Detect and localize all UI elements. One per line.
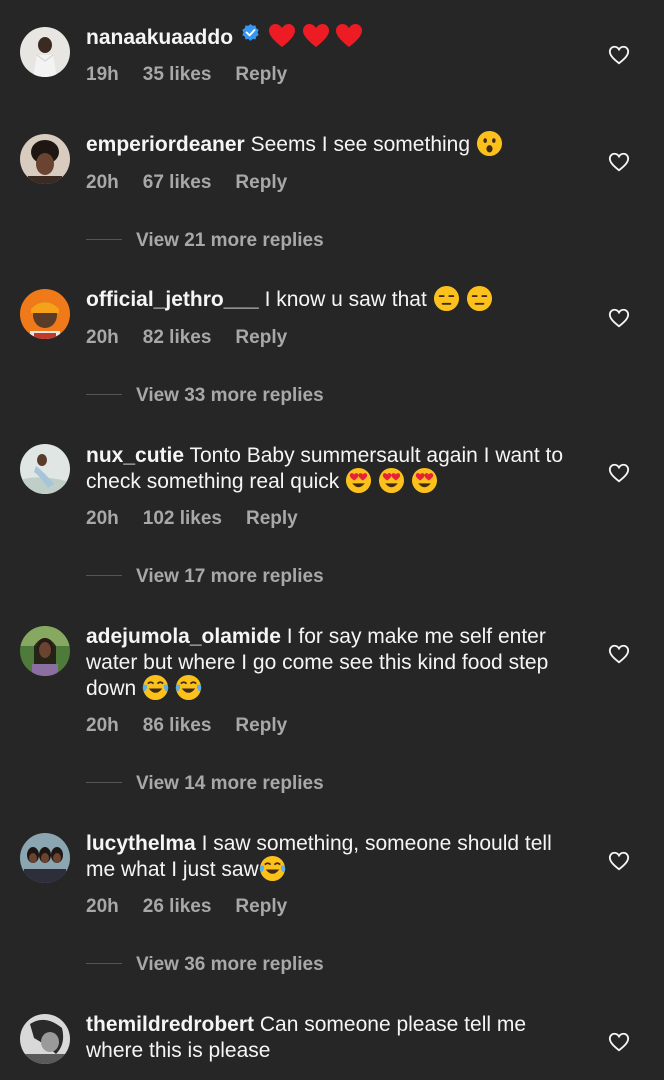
divider-line <box>86 962 122 964</box>
like-heart-icon[interactable] <box>608 151 630 173</box>
comment-time: 20h <box>86 896 119 917</box>
comment-body: Seems I see something <box>250 133 471 156</box>
heart-eyes-emoji <box>378 467 405 494</box>
avatar[interactable] <box>20 289 70 339</box>
avatar[interactable] <box>20 134 70 184</box>
comment-meta: 20h 102 likes Reply <box>86 507 322 531</box>
divider-line <box>86 393 122 395</box>
comment-text-block: themildredrobert Can someone please tell… <box>86 1012 576 1064</box>
comment-likes[interactable]: 26 likes <box>143 896 212 917</box>
comment-meta: 20h 26 likes Reply <box>86 895 311 919</box>
comment-time: 19h <box>86 64 119 85</box>
reply-button[interactable]: Reply <box>235 327 287 348</box>
comment-time: 20h <box>86 327 119 348</box>
comment-text-block: nanaakuaaddo <box>86 23 576 51</box>
comment-username[interactable]: official_jethro___ <box>86 288 259 311</box>
reply-button[interactable]: Reply <box>246 508 298 529</box>
expressionless-face-emoji <box>466 285 493 312</box>
divider-line <box>86 238 122 240</box>
reply-button[interactable]: Reply <box>235 172 287 193</box>
view-more-replies-button[interactable]: View 33 more replies <box>86 384 324 408</box>
red-heart-emoji <box>335 23 363 49</box>
comment-likes[interactable]: 86 likes <box>143 715 212 736</box>
avatar[interactable] <box>20 626 70 676</box>
reply-button[interactable]: Reply <box>235 896 287 917</box>
comment-time: 20h <box>86 172 119 193</box>
heart-eyes-emoji <box>411 467 438 494</box>
comment-text-block: nux_cutie Tonto Baby summersault again I… <box>86 443 576 495</box>
comment-text-block: emperiordeaner Seems I see something <box>86 130 576 158</box>
comment-likes[interactable]: 35 likes <box>143 64 212 85</box>
comment-meta: 19h 35 likes Reply <box>86 63 311 87</box>
avatar[interactable] <box>20 27 70 77</box>
comment-meta: 20h 86 likes Reply <box>86 714 311 738</box>
comment-likes[interactable]: 67 likes <box>143 172 212 193</box>
like-heart-icon[interactable] <box>608 307 630 329</box>
reply-button[interactable]: Reply <box>235 715 287 736</box>
heart-eyes-emoji <box>345 467 372 494</box>
view-more-replies-button[interactable]: View 36 more replies <box>86 953 324 977</box>
comment-body: I know u saw that <box>264 288 427 311</box>
tears-of-joy-emoji <box>175 674 202 701</box>
comment-username[interactable]: lucythelma <box>86 832 196 855</box>
divider-line <box>86 574 122 576</box>
like-heart-icon[interactable] <box>608 44 630 66</box>
verified-badge-icon <box>241 23 260 49</box>
comment-likes[interactable]: 82 likes <box>143 327 212 348</box>
view-replies-label[interactable]: View 36 more replies <box>136 954 324 975</box>
comment-username[interactable]: themildredrobert <box>86 1013 254 1036</box>
reply-button[interactable]: Reply <box>235 64 287 85</box>
comment-username[interactable]: nanaakuaaddo <box>86 26 233 49</box>
like-heart-icon[interactable] <box>608 462 630 484</box>
expressionless-face-emoji <box>433 285 460 312</box>
comment-meta: 20h 67 likes Reply <box>86 171 311 195</box>
tears-of-joy-emoji <box>142 674 169 701</box>
comment-username[interactable]: adejumola_olamide <box>86 625 281 648</box>
view-replies-label[interactable]: View 21 more replies <box>136 230 324 251</box>
view-more-replies-button[interactable]: View 17 more replies <box>86 565 324 589</box>
comment-time: 20h <box>86 715 119 736</box>
avatar[interactable] <box>20 833 70 883</box>
comment-text-block: adejumola_olamide I for say make me self… <box>86 624 576 702</box>
red-heart-emoji <box>268 23 296 49</box>
view-replies-label[interactable]: View 14 more replies <box>136 773 324 794</box>
surprised-face-emoji <box>476 130 503 157</box>
avatar[interactable] <box>20 1014 70 1064</box>
comment-likes[interactable]: 102 likes <box>143 508 222 529</box>
comment-username[interactable]: emperiordeaner <box>86 133 245 156</box>
like-heart-icon[interactable] <box>608 643 630 665</box>
divider-line <box>86 781 122 783</box>
comment-text-block: lucythelma I saw something, someone shou… <box>86 831 576 883</box>
view-replies-label[interactable]: View 33 more replies <box>136 385 324 406</box>
view-more-replies-button[interactable]: View 21 more replies <box>86 229 324 253</box>
comment-text-block: official_jethro___ I know u saw that <box>86 285 576 313</box>
comment-meta: 20h 82 likes Reply <box>86 326 311 350</box>
avatar[interactable] <box>20 444 70 494</box>
tears-of-joy-emoji <box>259 855 286 882</box>
like-heart-icon[interactable] <box>608 850 630 872</box>
red-heart-emoji <box>302 23 330 49</box>
view-replies-label[interactable]: View 17 more replies <box>136 566 324 587</box>
comment-time: 20h <box>86 508 119 529</box>
like-heart-icon[interactable] <box>608 1031 630 1053</box>
comment-username[interactable]: nux_cutie <box>86 444 184 467</box>
view-more-replies-button[interactable]: View 14 more replies <box>86 772 324 796</box>
